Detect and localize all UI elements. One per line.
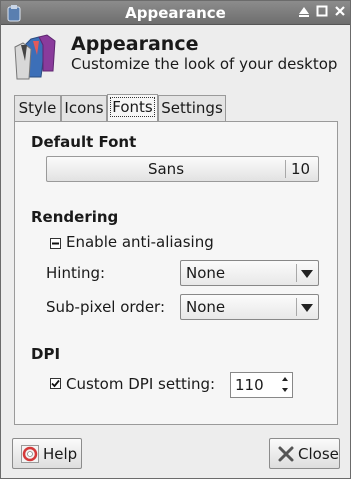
help-label: Help xyxy=(43,445,78,463)
dpi-spinbutton[interactable]: 110 xyxy=(230,372,293,398)
subpixel-label: Sub-pixel order: xyxy=(46,298,166,316)
tab-style-label: Style xyxy=(18,99,57,117)
custom-dpi-checkbox[interactable] xyxy=(50,378,61,389)
tab-settings[interactable]: Settings xyxy=(158,95,226,121)
fonts-panel: Default Font Sans 10 Rendering Enable an… xyxy=(14,121,338,425)
antialias-label[interactable]: Enable anti-aliasing xyxy=(66,233,214,251)
font-name: Sans xyxy=(147,160,185,178)
default-font-heading: Default Font xyxy=(31,133,137,151)
tab-style[interactable]: Style xyxy=(14,95,61,121)
close-label: Close xyxy=(298,445,339,463)
hinting-value: None xyxy=(186,264,226,282)
close-x-icon xyxy=(278,446,294,462)
tab-icons-label: Icons xyxy=(64,99,104,117)
custom-dpi-label[interactable]: Custom DPI setting: xyxy=(66,375,215,393)
hinting-label: Hinting: xyxy=(46,264,106,282)
subpixel-value: None xyxy=(186,298,226,316)
tab-fonts-label: Fonts xyxy=(110,97,155,117)
appearance-window: Appearance Appearance Customize the look… xyxy=(0,0,351,479)
dpi-heading: DPI xyxy=(31,345,61,363)
hinting-separator xyxy=(296,264,297,282)
font-picker-button[interactable]: Sans 10 xyxy=(46,156,319,182)
subpixel-select[interactable]: None xyxy=(180,294,319,320)
font-button-separator xyxy=(285,160,286,178)
header-subtitle: Customize the look of your desktop xyxy=(71,55,338,73)
help-button[interactable]: Help xyxy=(12,438,82,469)
maximize-icon[interactable] xyxy=(315,5,329,19)
subpixel-separator xyxy=(296,298,297,316)
tab-settings-label: Settings xyxy=(161,99,223,117)
help-lifebuoy-icon xyxy=(21,445,39,463)
spin-up-icon[interactable] xyxy=(282,377,288,381)
header-title: Appearance xyxy=(71,33,199,55)
rendering-heading: Rendering xyxy=(31,208,119,226)
tab-fonts[interactable]: Fonts xyxy=(107,94,158,122)
close-button[interactable]: Close xyxy=(269,438,340,469)
dpi-value: 110 xyxy=(235,376,264,394)
close-icon[interactable] xyxy=(333,5,347,19)
chevron-down-icon xyxy=(301,304,313,312)
shade-icon[interactable] xyxy=(297,5,311,19)
tab-icons[interactable]: Icons xyxy=(61,95,107,121)
shirts-icon xyxy=(14,34,56,80)
chevron-down-icon xyxy=(301,270,313,278)
font-size: 10 xyxy=(291,160,311,178)
antialias-checkbox[interactable] xyxy=(50,238,61,249)
title-bar[interactable]: Appearance xyxy=(1,1,350,25)
spin-down-icon[interactable] xyxy=(282,388,288,392)
hinting-select[interactable]: None xyxy=(180,260,319,286)
